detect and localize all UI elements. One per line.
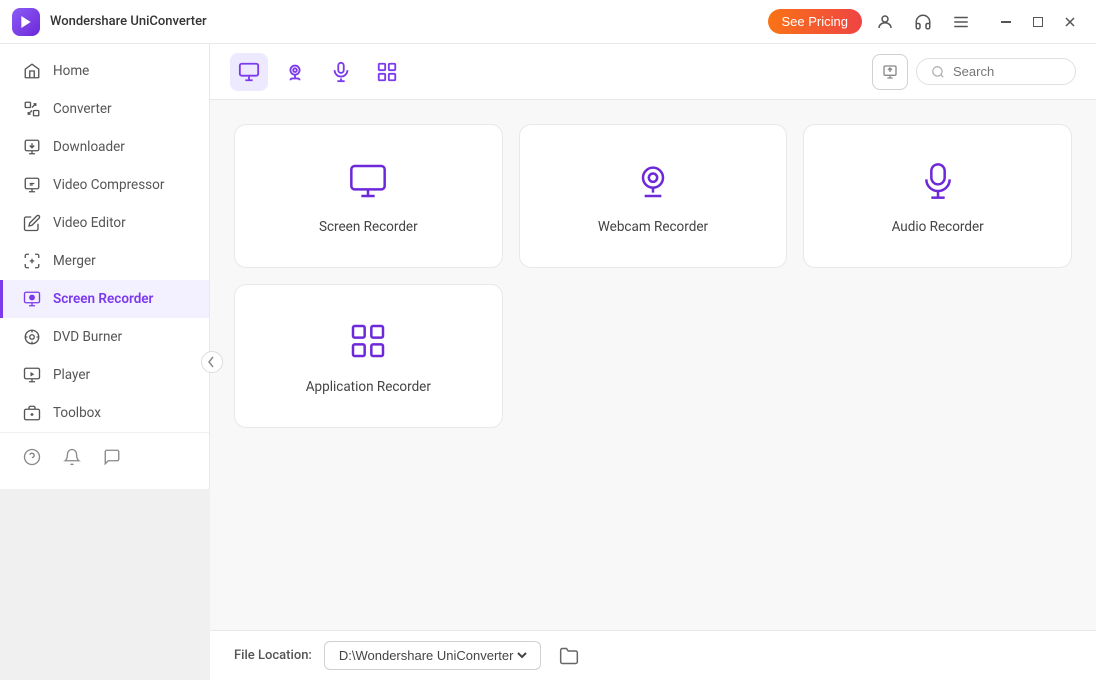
file-location-selector[interactable]: D:\Wondershare UniConverterC:\Users\Vide…: [324, 641, 541, 670]
toolbar: [210, 44, 1096, 100]
toolbox-icon: [23, 404, 41, 422]
title-bar-actions: See Pricing: [768, 7, 1084, 37]
compressor-icon: [23, 176, 41, 194]
maximize-button[interactable]: [1024, 8, 1052, 36]
sidebar-label-video-editor: Video Editor: [53, 215, 126, 231]
audio-card-icon: [914, 157, 962, 205]
file-location-dropdown[interactable]: D:\Wondershare UniConverterC:\Users\Vide…: [335, 647, 530, 664]
application-recorder-label: Application Recorder: [306, 379, 431, 395]
file-location-label: File Location:: [234, 648, 312, 663]
sidebar-item-video-compressor[interactable]: Video Compressor: [0, 166, 209, 204]
search-box[interactable]: [916, 58, 1076, 85]
open-folder-button[interactable]: [553, 640, 585, 672]
sidebar-item-merger[interactable]: Merger: [0, 242, 209, 280]
upload-button[interactable]: [872, 54, 908, 90]
app-card-icon: [344, 317, 392, 365]
see-pricing-button[interactable]: See Pricing: [768, 9, 862, 34]
application-recorder-card[interactable]: Application Recorder: [234, 284, 503, 428]
sidebar-label-toolbox: Toolbox: [53, 405, 101, 421]
sidebar-item-converter[interactable]: Converter: [0, 90, 209, 128]
headphone-icon-button[interactable]: [908, 7, 938, 37]
feedback-icon[interactable]: [100, 445, 124, 469]
dvd-icon: [23, 328, 41, 346]
sidebar-item-dvd-burner[interactable]: DVD Burner: [0, 318, 209, 356]
sidebar-item-player[interactable]: Player: [0, 356, 209, 394]
cards-area: Screen Recorder Webcam Recorder: [210, 100, 1096, 630]
sidebar: Home Converter Downloader: [0, 44, 210, 489]
sidebar-label-screen-recorder: Screen Recorder: [53, 291, 153, 307]
webcam-toolbar-button[interactable]: [276, 53, 314, 91]
sidebar-item-home[interactable]: Home: [0, 52, 209, 90]
screen-recorder-label: Screen Recorder: [319, 219, 418, 235]
screen-recorder-icon: [23, 290, 41, 308]
sidebar-footer: [0, 432, 209, 481]
downloader-icon: [23, 138, 41, 156]
sidebar-label-video-compressor: Video Compressor: [53, 177, 164, 193]
sidebar-label-home: Home: [53, 63, 89, 79]
title-bar: Wondershare UniConverter See Pricing: [0, 0, 1096, 44]
webcam-recorder-label: Webcam Recorder: [598, 219, 708, 235]
audio-toolbar-button[interactable]: [322, 53, 360, 91]
sidebar-label-converter: Converter: [53, 101, 112, 117]
search-input[interactable]: [953, 64, 1061, 79]
bottom-bar: File Location: D:\Wondershare UniConvert…: [210, 630, 1096, 680]
screen-toolbar-button[interactable]: [230, 53, 268, 91]
search-icon: [931, 65, 945, 79]
main-content: Screen Recorder Webcam Recorder: [210, 44, 1096, 680]
sidebar-nav: Home Converter Downloader: [0, 52, 209, 432]
sidebar-item-screen-recorder[interactable]: Screen Recorder: [0, 280, 209, 318]
apps-toolbar-button[interactable]: [368, 53, 406, 91]
help-icon[interactable]: [20, 445, 44, 469]
screen-card-icon: [344, 157, 392, 205]
editor-icon: [23, 214, 41, 232]
sidebar-label-player: Player: [53, 367, 90, 383]
sidebar-label-merger: Merger: [53, 253, 96, 269]
window-controls: [992, 8, 1084, 36]
audio-recorder-label: Audio Recorder: [892, 219, 984, 235]
audio-recorder-card[interactable]: Audio Recorder: [803, 124, 1072, 268]
player-icon: [23, 366, 41, 384]
app-body: Home Converter Downloader: [0, 44, 1096, 680]
webcam-recorder-card[interactable]: Webcam Recorder: [519, 124, 788, 268]
sidebar-item-toolbox[interactable]: Toolbox: [0, 394, 209, 432]
menu-icon-button[interactable]: [946, 7, 976, 37]
sidebar-item-video-editor[interactable]: Video Editor: [0, 204, 209, 242]
merger-icon: [23, 252, 41, 270]
bell-icon[interactable]: [60, 445, 84, 469]
user-icon-button[interactable]: [870, 7, 900, 37]
webcam-card-icon: [629, 157, 677, 205]
close-button[interactable]: [1056, 8, 1084, 36]
app-logo: [12, 8, 40, 36]
sidebar-label-dvd-burner: DVD Burner: [53, 329, 122, 345]
sidebar-collapse-button[interactable]: [201, 351, 223, 373]
sidebar-label-downloader: Downloader: [53, 139, 125, 155]
home-icon: [23, 62, 41, 80]
sidebar-item-downloader[interactable]: Downloader: [0, 128, 209, 166]
converter-icon: [23, 100, 41, 118]
minimize-button[interactable]: [992, 8, 1020, 36]
app-title: Wondershare UniConverter: [50, 14, 768, 29]
sidebar-container: Home Converter Downloader: [0, 44, 210, 680]
screen-recorder-card[interactable]: Screen Recorder: [234, 124, 503, 268]
